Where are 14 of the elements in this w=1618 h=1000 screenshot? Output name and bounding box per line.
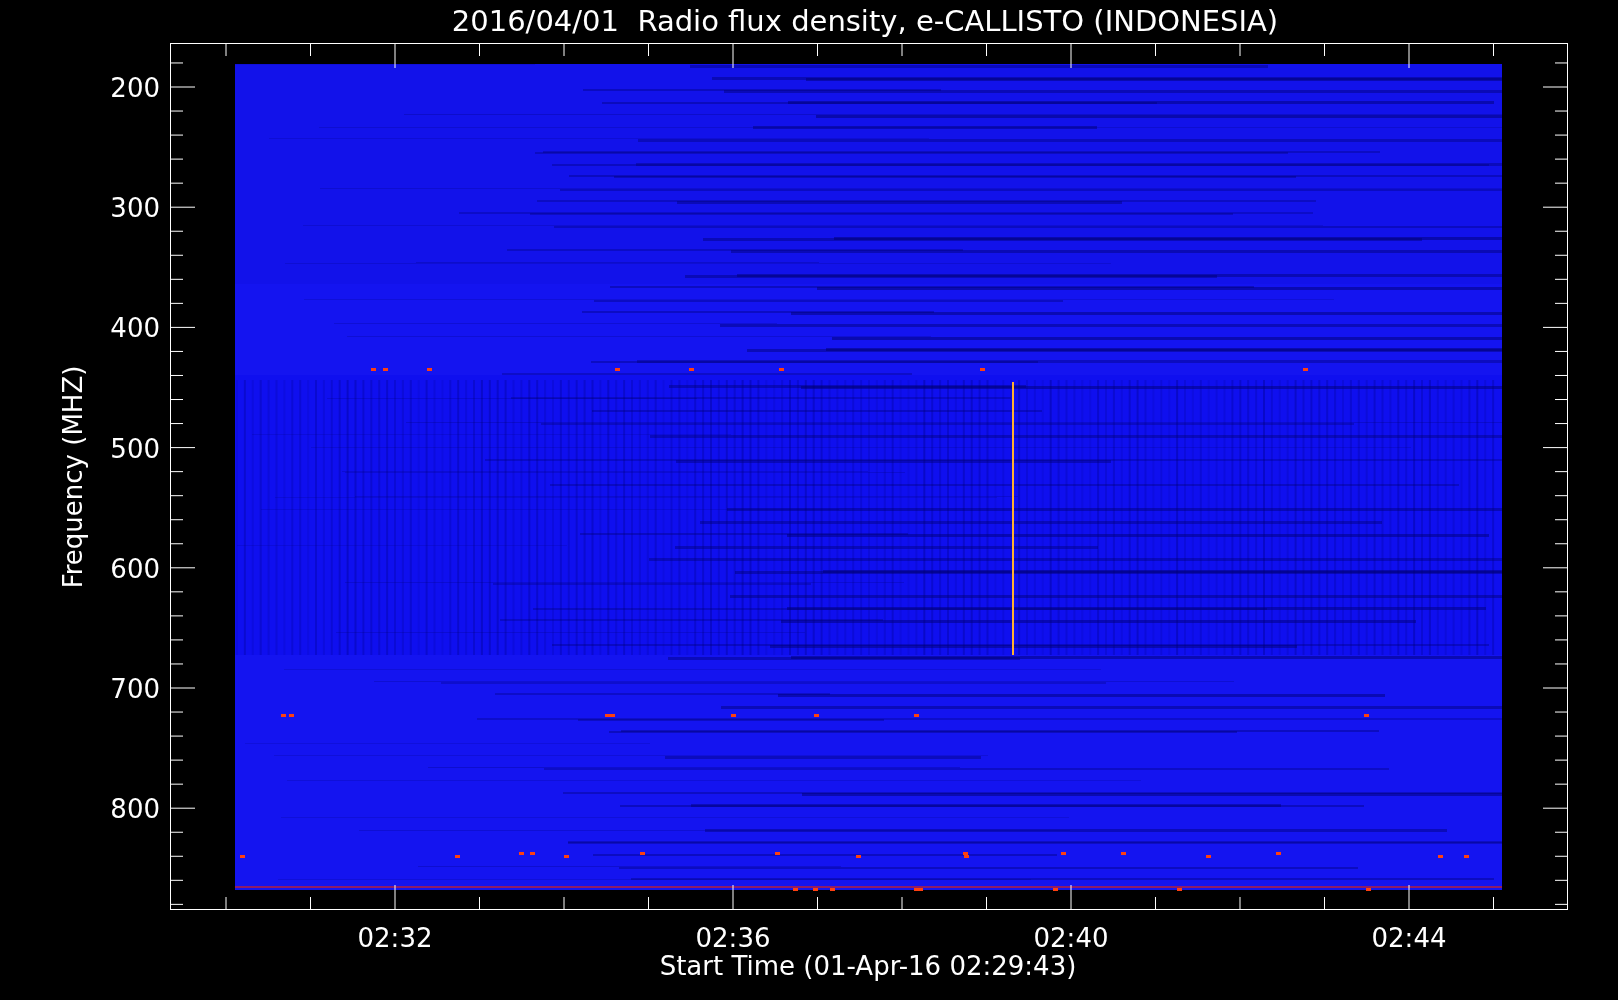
- x-tick-label: 02:32: [357, 923, 433, 953]
- y-axis-label: Frequency (MHZ): [58, 365, 88, 589]
- x-tick-label: 02:40: [1033, 923, 1109, 953]
- y-tick-label: 700: [110, 674, 160, 704]
- x-tick-label: 02:36: [695, 923, 771, 953]
- y-tick-label: 600: [110, 553, 160, 584]
- y-tick-label: 800: [110, 794, 160, 825]
- y-tick-label: 400: [110, 313, 160, 344]
- x-axis-label: Start Time (01-Apr-16 02:29:43): [659, 951, 1077, 981]
- chart-title: 2016/04/01 Radio flux density, e-CALLISTO (INDONESIA): [451, 4, 1279, 38]
- y-tick-label: 200: [110, 73, 160, 103]
- x-tick-label: 02:44: [1371, 923, 1447, 953]
- y-tick-label: 500: [110, 433, 160, 464]
- y-tick-label: 300: [110, 193, 160, 224]
